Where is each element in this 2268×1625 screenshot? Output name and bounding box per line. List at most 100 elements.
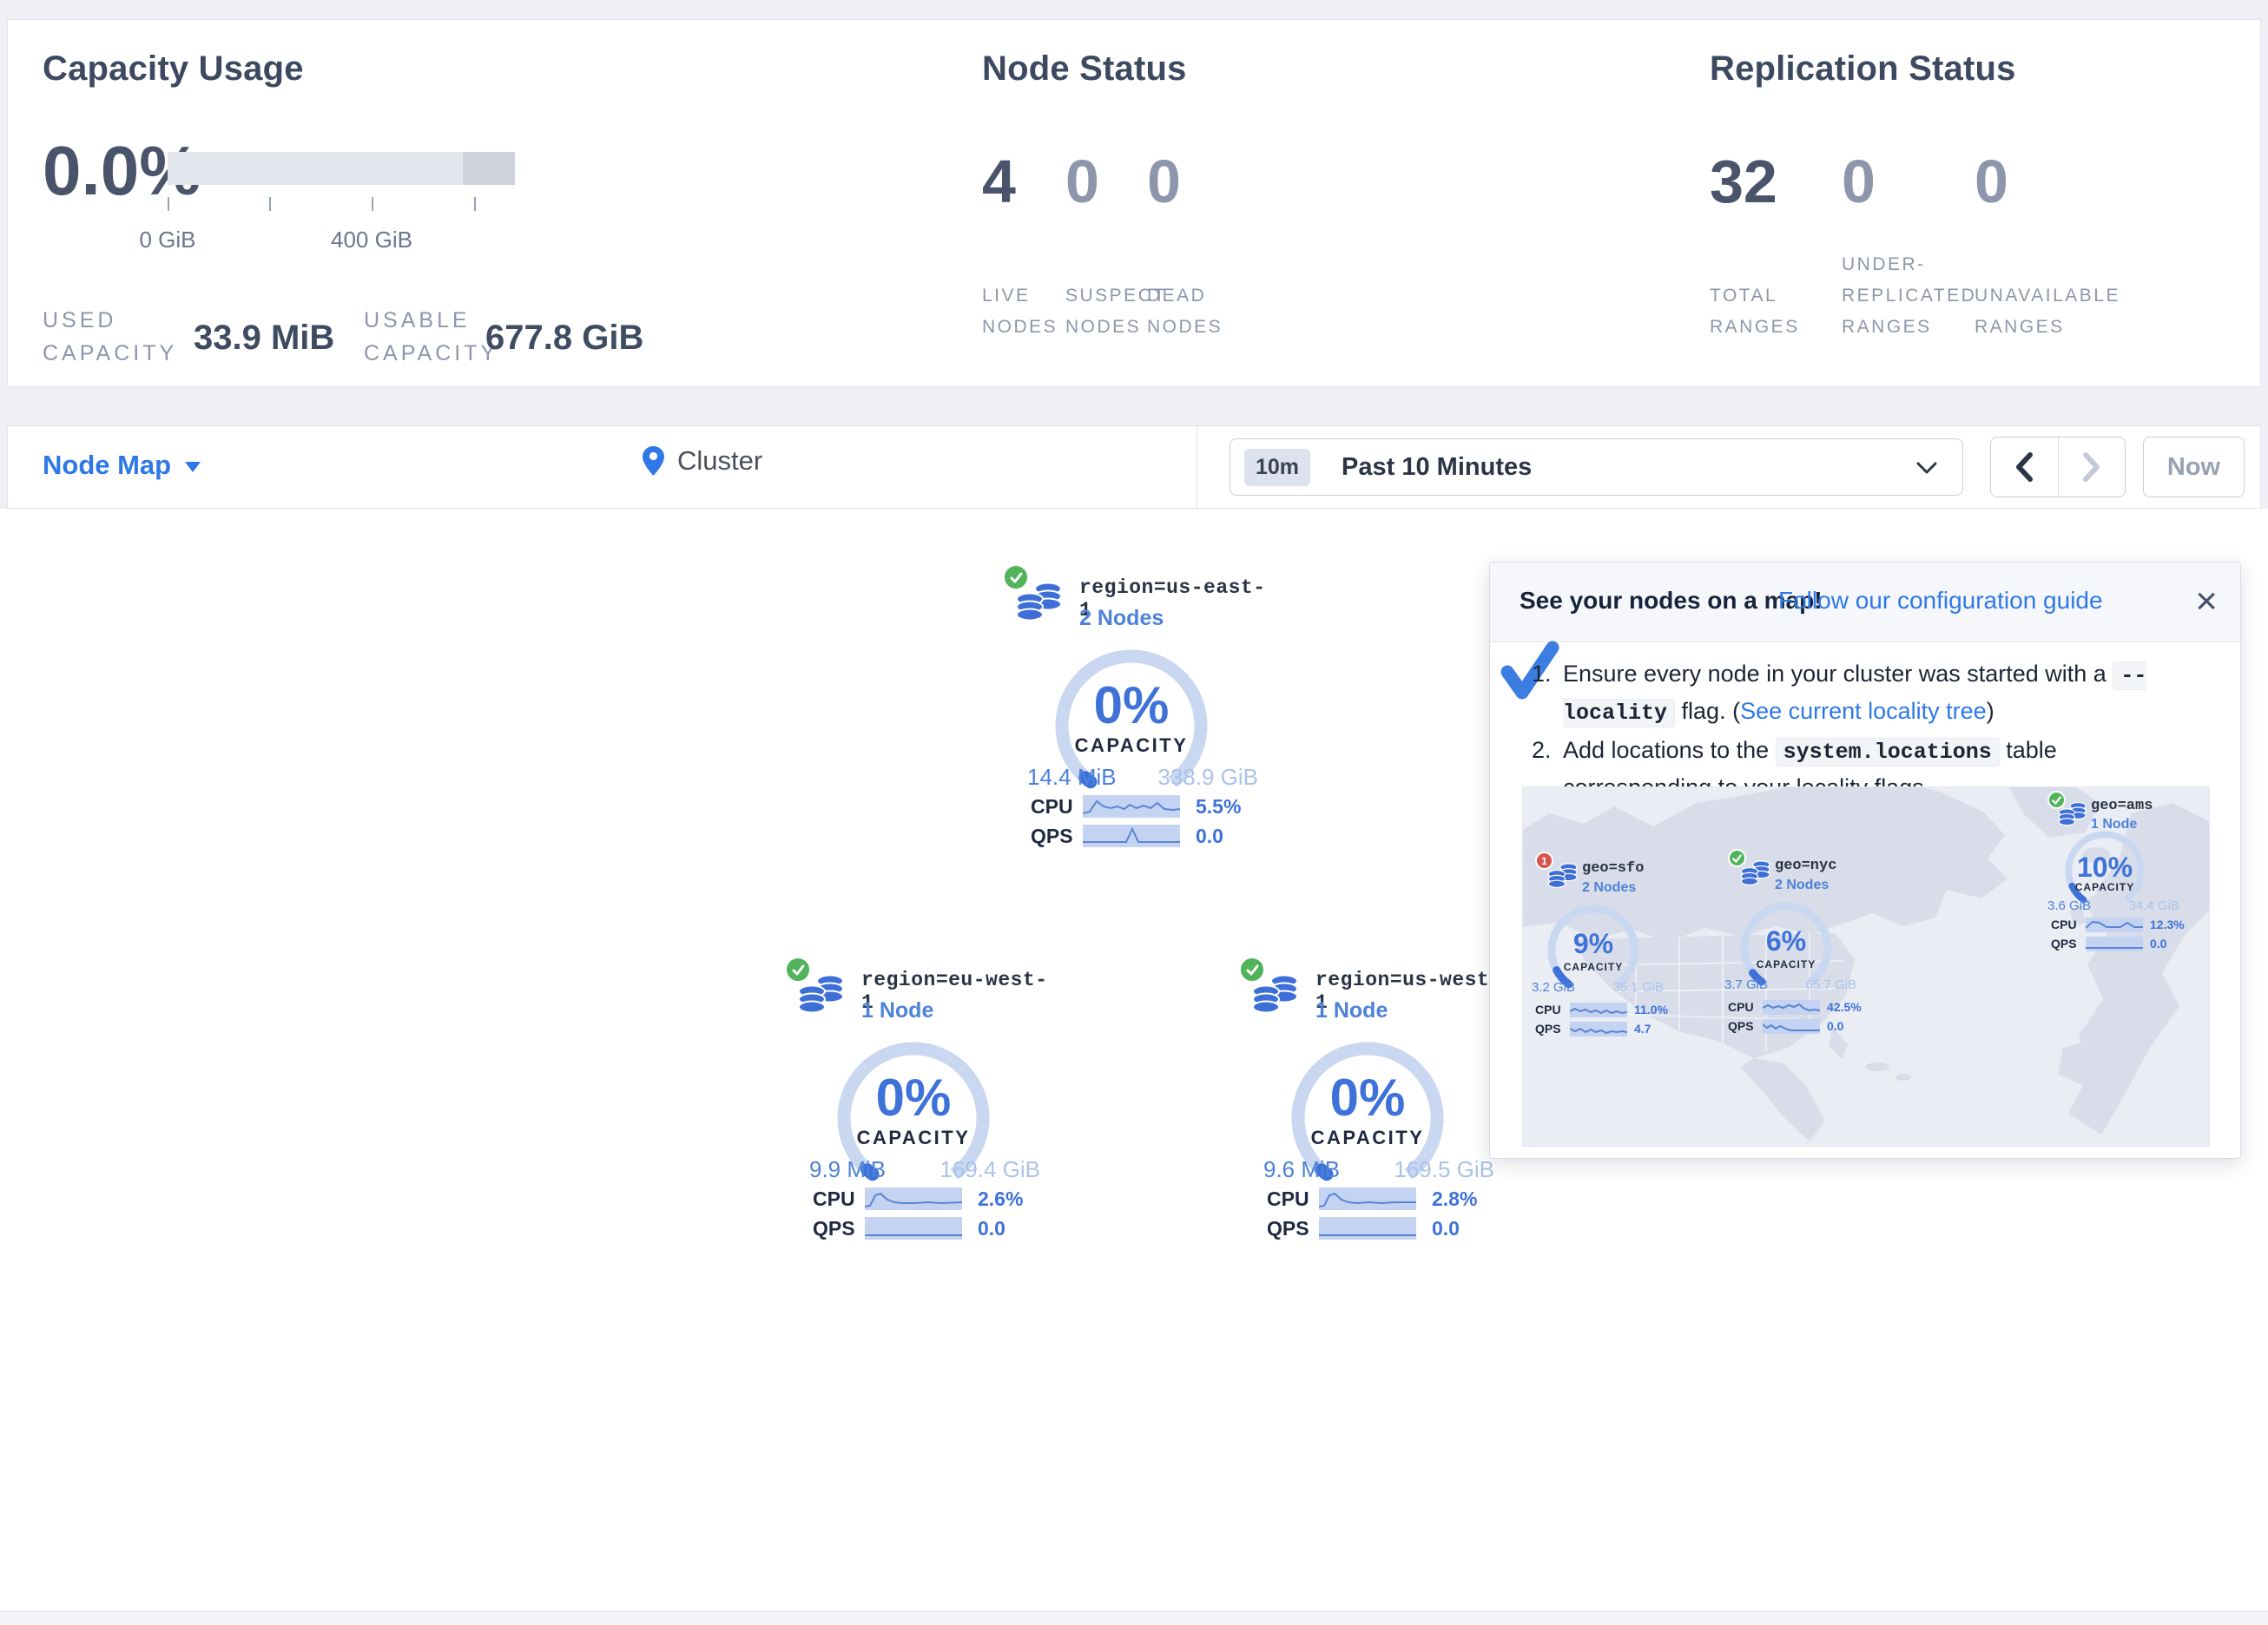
view-mode-label: Node Map [43,450,171,481]
capacity-axis-label-400: 400 GiB [311,227,432,253]
cpu-value: 5.5% [1196,795,1241,819]
qps-label: QPS [1535,1022,1561,1036]
usable-capacity-label: USABLE [364,308,471,333]
map-toolbar: Node Map Cluster 10m Past 10 Minutes [7,425,2261,509]
capacity-label: CAPACITY [1229,1127,1507,1149]
example-node-map-illustration: 1 geo=sfo 2 Nodes 9% CAPACITY 3.2 GiB 35… [1522,786,2210,1147]
qps-value: 0.0 [1196,825,1223,848]
cpu-label: CPU [2051,918,2077,931]
qps-sparkline [865,1217,962,1240]
healthy-check-icon [1239,957,1265,983]
capacity-used: 3.2 GiB [1532,980,1575,995]
capacity-percent: 0% [775,1068,1052,1128]
node-status-title: Node Status [982,49,1187,89]
capacity-label: CAPACITY [992,734,1270,757]
capacity-usage-bar-reserved [463,152,515,185]
capacity-label: CAPACITY [775,1127,1052,1149]
footer-strip [0,1611,2268,1625]
geo-label: geo=ams [2091,798,2153,814]
nodes-on-map-popup: See your nodes on a map! Follow our conf… [1489,562,2241,1159]
locality-tree-link[interactable]: See current locality tree [1740,698,1987,724]
capacity-percent: 10% [2040,852,2170,884]
geo-node-count: 2 Nodes [1775,878,1829,893]
qps-value: 0.0 [2150,937,2166,951]
time-back-button[interactable] [1991,438,2058,497]
time-forward-button[interactable] [2058,438,2126,497]
capacity-used: 9.9 MiB [809,1156,886,1183]
cpu-sparkline [1763,1000,1820,1015]
cpu-label: CPU [1031,795,1073,819]
qps-sparkline [1763,1019,1820,1034]
qps-sparkline [1083,825,1180,847]
under-replicated-label: UNDER-REPLICATED RANGES [1842,249,1972,343]
capacity-percent: 0% [1229,1068,1507,1128]
node-map-page: Capacity Usage 0.0% 0 GiB 400 GiB USED C… [0,0,2268,1625]
unavailable-label: UNAVAILABLE RANGES [1975,280,2113,343]
capacity-label: CAPACITY [2040,881,2170,893]
cpu-sparkline [865,1188,962,1210]
capacity-percent: 6% [1721,925,1851,957]
region-node-eu-west-1[interactable]: region=eu-west-1 1 Node 0% CAPACITY 9.9 … [775,955,1052,1253]
chevron-down-icon [185,462,201,472]
time-pager [1990,437,2126,497]
capacity-used: 3.6 GiB [2047,898,2091,913]
unavailable-count: 0 [1975,147,2008,216]
total-ranges-count: 32 [1710,147,1777,216]
capacity-label: CAPACITY [1721,958,1851,970]
capacity-axis-tick [269,197,271,211]
qps-value: 0.0 [1432,1217,1460,1240]
capacity-used: 9.6 MiB [1263,1156,1340,1183]
total-ranges-label: TOTAL RANGES [1710,280,1814,343]
dead-nodes-label: DEAD NODES [1147,280,1225,343]
geo-label: geo=nyc [1775,858,1836,874]
cluster-summary-panel: Capacity Usage 0.0% 0 GiB 400 GiB USED C… [7,19,2261,387]
close-icon[interactable]: × [2195,575,2218,628]
qps-value: 0.0 [978,1217,1005,1240]
capacity-axis-tick [372,197,373,211]
popup-header: See your nodes on a map! Follow our conf… [1490,562,2240,642]
geo-label: geo=sfo [1582,860,1644,877]
qps-label: QPS [2051,937,2077,951]
capacity-total: 35.1 GiB [1613,980,1664,995]
popup-instructions: 1. Ensure every node in your cluster was… [1532,656,2205,806]
capacity-total: 169.4 GiB [940,1156,1040,1183]
replication-status-title: Replication Status [1710,49,2016,89]
cpu-sparkline [1570,1003,1627,1017]
qps-label: QPS [1267,1217,1309,1240]
geo-node-count: 2 Nodes [1582,880,1636,896]
region-node-count: 1 Node [1315,998,1388,1023]
qps-sparkline [2086,937,2143,951]
used-capacity-value: 33.9 MiB [194,319,334,358]
cpu-value: 12.3% [2150,918,2185,931]
capacity-axis-tick [474,197,476,211]
used-capacity-label-2: CAPACITY [43,341,177,366]
cpu-label: CPU [1267,1188,1309,1211]
cpu-value: 2.8% [1432,1188,1477,1211]
cpu-label: CPU [813,1188,855,1211]
usable-capacity-label-2: CAPACITY [364,341,498,366]
time-range-badge: 10m [1244,449,1310,486]
code-chip: system.locations [1776,738,2000,766]
time-range-select[interactable]: 10m Past 10 Minutes [1230,438,1963,496]
under-replicated-count: 0 [1842,147,1876,216]
capacity-usage-title: Capacity Usage [43,49,304,89]
view-mode-dropdown[interactable]: Node Map [43,450,201,481]
cpu-value: 11.0% [1634,1003,1668,1016]
capacity-total: 34.4 GiB [2129,898,2179,913]
capacity-total: 65.7 GiB [1806,977,1856,992]
breadcrumb[interactable]: Cluster [642,445,762,477]
cpu-sparkline [2086,918,2143,932]
region-node-us-west-1[interactable]: region=us-west-1 1 Node 0% CAPACITY 9.6 … [1229,955,1507,1253]
capacity-percent: 9% [1528,928,1658,960]
configuration-guide-link[interactable]: Follow our configuration guide [1778,587,2103,615]
region-node-count: 2 Nodes [1079,606,1164,631]
cpu-value: 42.5% [1827,1000,1862,1014]
capacity-used: 14.4 MiB [1027,764,1117,791]
cpu-sparkline [1083,795,1180,818]
capacity-axis-tick [168,197,169,211]
qps-sparkline [1319,1217,1416,1240]
now-button[interactable]: Now [2143,437,2245,497]
region-node-us-east-1[interactable]: region=us-east-1 2 Nodes 0% CAPACITY 14.… [992,562,1270,861]
database-stack-icon [2058,799,2087,827]
live-nodes-label: LIVE NODES [982,280,1060,343]
